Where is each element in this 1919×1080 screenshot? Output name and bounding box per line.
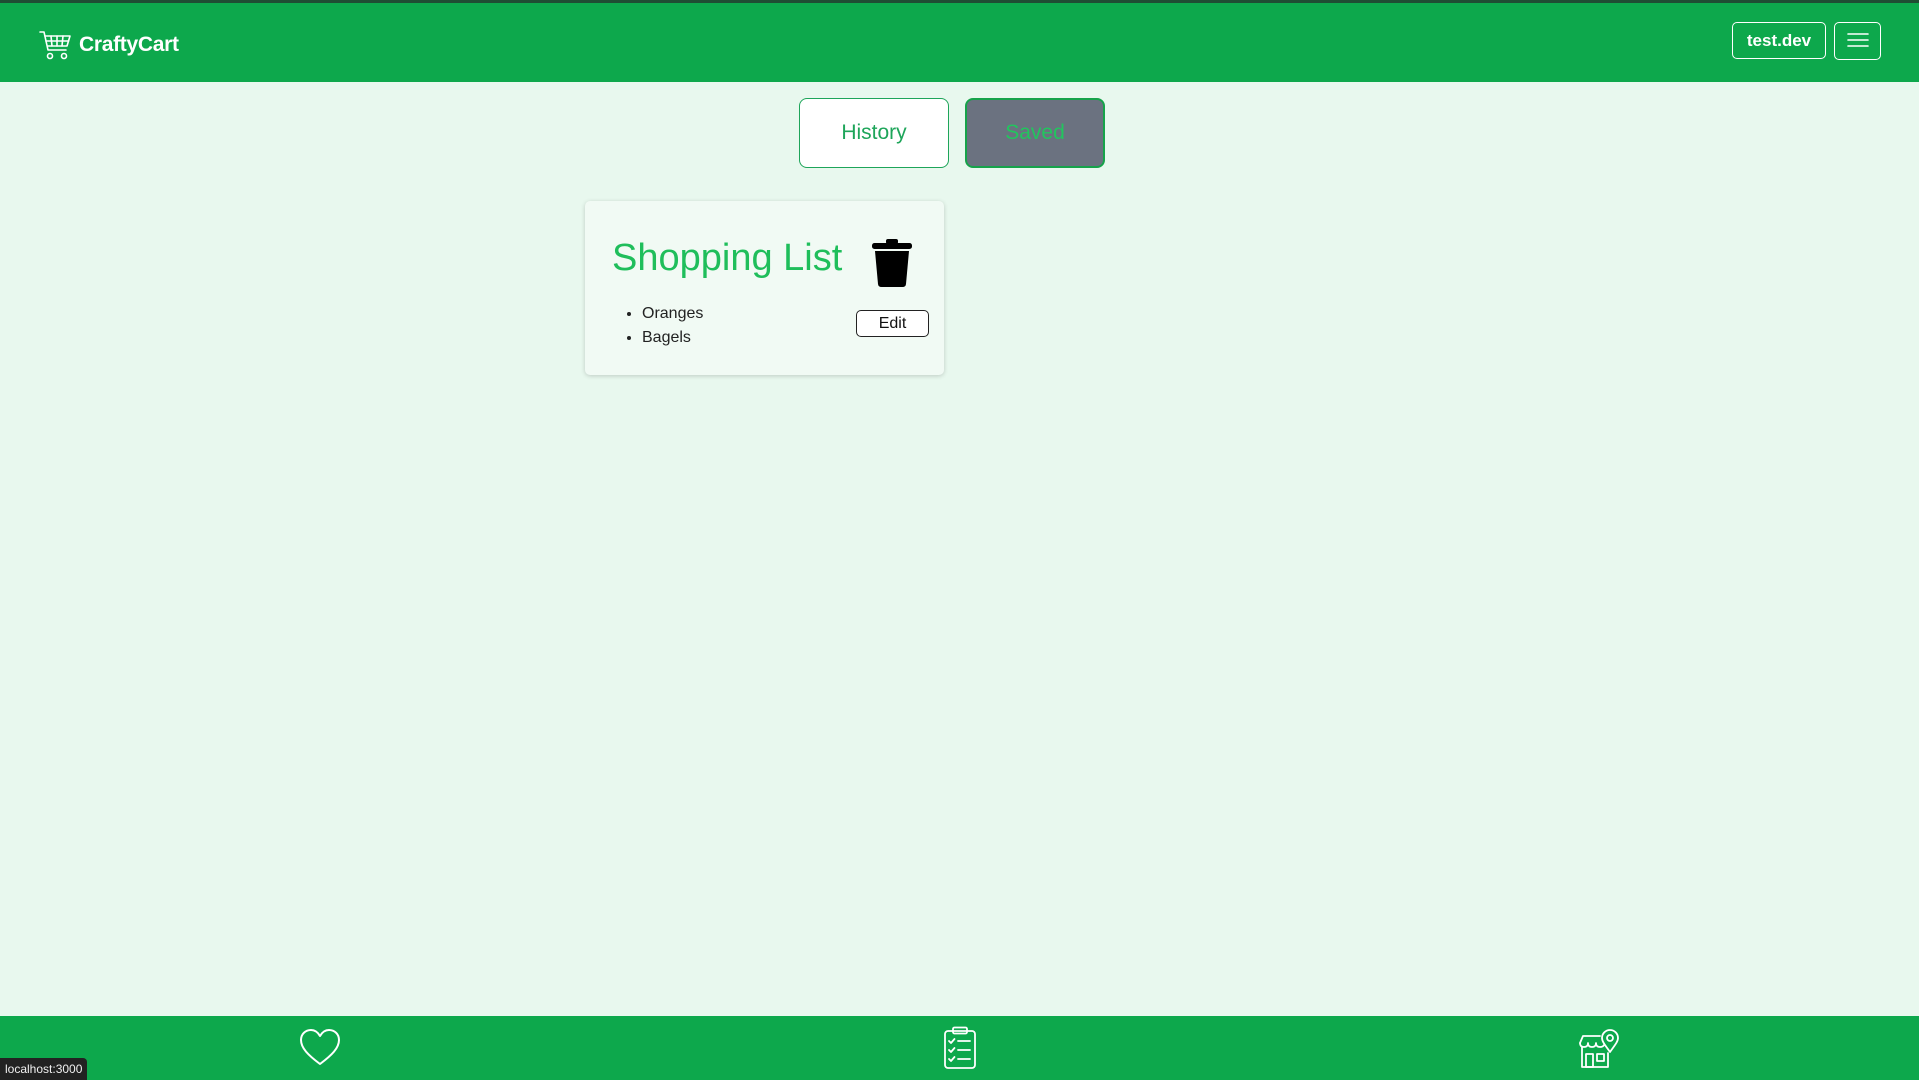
status-bar-url: localhost:3000 — [0, 1058, 88, 1080]
top-navbar: CraftyCart test.dev — [0, 0, 1919, 82]
store-location-icon[interactable] — [1578, 1026, 1622, 1070]
brand-name: CraftyCart — [79, 33, 179, 56]
hamburger-menu-button[interactable] — [1834, 22, 1881, 60]
list-title: Shopping List — [612, 237, 843, 279]
saved-list-card: Shopping List Oranges Bagels Edit — [585, 201, 944, 375]
hamburger-menu-icon — [1846, 32, 1869, 51]
cart-icon — [39, 30, 72, 61]
user-account-button[interactable]: test.dev — [1732, 22, 1826, 59]
brand-logo-link[interactable]: CraftyCart — [39, 25, 179, 65]
tab-history[interactable]: History — [799, 98, 949, 168]
clipboard-checklist-icon[interactable] — [938, 1026, 982, 1070]
list-item: Oranges — [642, 302, 703, 326]
list-items: Oranges Bagels — [612, 302, 703, 350]
trash-icon[interactable] — [871, 238, 913, 288]
tab-saved[interactable]: Saved — [965, 98, 1105, 168]
edit-button[interactable]: Edit — [856, 310, 929, 337]
list-item: Bagels — [642, 326, 703, 350]
heart-icon[interactable] — [298, 1026, 342, 1070]
bottom-navbar — [0, 1016, 1919, 1080]
